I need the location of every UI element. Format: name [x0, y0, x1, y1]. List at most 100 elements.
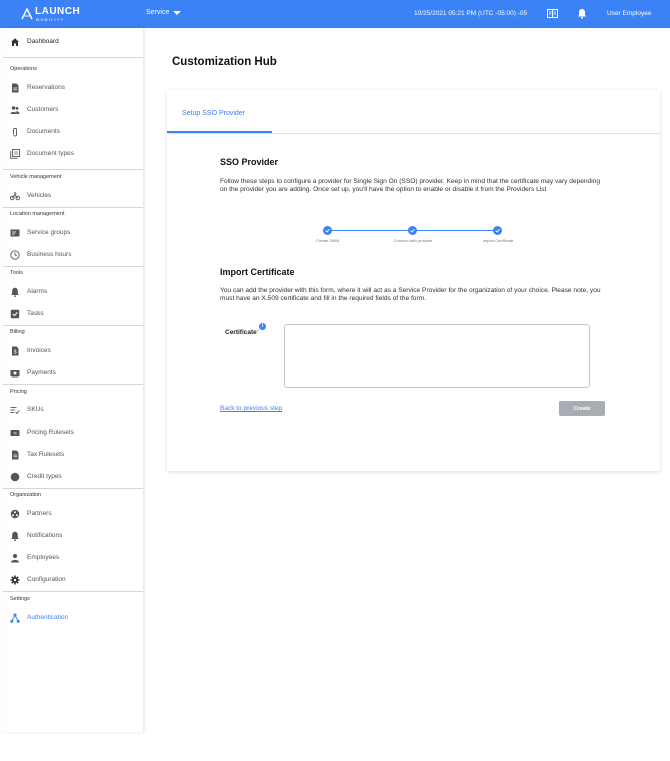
sidebar-item-label: Documents: [27, 128, 60, 135]
clock-icon: [10, 250, 20, 260]
sidebar-item-customers[interactable]: Customers: [3, 100, 143, 120]
bell-icon: [11, 287, 19, 297]
sidebar-item-label: Authentication: [27, 614, 69, 621]
step-connector: [417, 230, 497, 231]
sidebar: Dashboard Operations Reservations Custom…: [3, 28, 143, 732]
book-icon[interactable]: [547, 9, 558, 18]
network-icon: [10, 613, 20, 623]
sidebar-item-service-groups[interactable]: Service groups: [3, 223, 143, 243]
sidebar-item-dashboard[interactable]: Dashboard: [3, 32, 143, 52]
sidebar-divider: [3, 57, 143, 58]
sidebar-item-label: Reservations: [27, 84, 65, 91]
section-billing: Billing: [10, 329, 25, 335]
caret-down-icon: [173, 10, 182, 15]
sidebar-divider: [3, 384, 143, 385]
sidebar-item-label: Vehicles: [27, 192, 52, 199]
step-label: Create SAML: [315, 238, 341, 243]
launch-logo-icon: [21, 8, 33, 20]
sidebar-item-label: Dashboard: [27, 38, 59, 45]
sidebar-item-skus[interactable]: SKUs: [3, 400, 143, 420]
home-icon: [11, 38, 19, 46]
sidebar-item-label: Alarms: [27, 288, 48, 295]
sidebar-item-document-types[interactable]: Document types: [3, 144, 143, 164]
step-1-complete: [323, 226, 332, 235]
step-label: Import Certificate: [482, 238, 514, 243]
people-icon: [10, 106, 20, 114]
import-certificate-description: You can add the provider with this form,…: [220, 287, 601, 302]
section-location-management: Location management: [10, 211, 65, 217]
svg-text:%: %: [13, 431, 17, 436]
section-settings: Settings: [10, 596, 30, 602]
checkbox-icon: [10, 309, 20, 319]
sidebar-item-credit-types[interactable]: Credit types: [3, 467, 143, 487]
sidebar-item-reservations[interactable]: Reservations: [3, 78, 143, 98]
certificate-label: Certificate: [225, 329, 257, 336]
sidebar-item-authentication[interactable]: Authentication: [3, 608, 143, 628]
check-icon: [325, 228, 330, 233]
sidebar-divider: [3, 266, 143, 267]
sidebar-divider: [3, 591, 143, 592]
tab-setup-sso-provider[interactable]: Setup SSO Provider: [167, 100, 272, 134]
info-icon[interactable]: i: [259, 323, 266, 330]
section-pricing: Pricing: [10, 389, 27, 395]
sidebar-item-label: Tasks: [27, 310, 44, 317]
logo-text: LAUNCH: [35, 6, 81, 17]
sidebar-item-employees[interactable]: Employees: [3, 548, 143, 568]
sidebar-item-documents[interactable]: Documents: [3, 122, 143, 142]
sidebar-item-pricing-rulesets[interactable]: % Pricing Rulesets: [3, 423, 143, 443]
sidebar-item-payments[interactable]: Payments: [3, 363, 143, 383]
paperclip-icon: [13, 127, 17, 137]
logo-subtext: MOBILITY: [36, 17, 65, 22]
app-logo[interactable]: LAUNCH MOBILITY: [21, 5, 83, 23]
sso-heading: SSO Provider: [220, 157, 279, 167]
partners-icon: [10, 509, 20, 519]
bell-icon[interactable]: [577, 8, 587, 19]
payment-icon: [10, 370, 20, 378]
person-icon: [11, 554, 19, 563]
top-bar: LAUNCH MOBILITY Service 10/25/2021 05:21…: [0, 0, 670, 28]
sidebar-item-label: Employees: [27, 554, 60, 561]
bell-icon: [11, 531, 19, 541]
section-operations: Operations: [10, 66, 37, 72]
sidebar-divider: [3, 207, 143, 208]
sidebar-item-label: Service groups: [27, 229, 71, 236]
datetime-display: 10/25/2021 05:21 PM (UTC -05:00) -05: [414, 10, 528, 17]
gear-icon: [10, 575, 20, 585]
user-menu[interactable]: User Employee: [607, 10, 651, 17]
sidebar-item-tax-rulesets[interactable]: Tax Rulesets: [3, 445, 143, 465]
sidebar-item-label: Partners: [27, 510, 52, 517]
sidebar-divider: [3, 325, 143, 326]
stack-icon: [10, 149, 20, 159]
sidebar-item-label: Pricing Rulesets: [27, 429, 74, 436]
sidebar-item-alarms[interactable]: Alarms: [3, 282, 143, 302]
sidebar-item-business-hours[interactable]: Business hours: [3, 245, 143, 265]
sidebar-item-label: Invoices: [27, 347, 51, 354]
service-dropdown[interactable]: Service: [146, 9, 182, 16]
check-icon: [410, 228, 415, 233]
bike-icon: [10, 192, 20, 201]
sidebar-item-tasks[interactable]: Tasks: [3, 304, 143, 324]
import-certificate-heading: Import Certificate: [220, 267, 295, 277]
sidebar-item-configuration[interactable]: Configuration: [3, 570, 143, 590]
sso-card: Setup SSO Provider SSO Provider Follow t…: [167, 90, 660, 471]
sidebar-divider: [3, 169, 143, 170]
sku-icon: [10, 407, 20, 415]
tab-label: Setup SSO Provider: [182, 110, 246, 117]
sidebar-item-label: Configuration: [27, 576, 66, 583]
stepper: Create SAML Connect with provider Import…: [307, 224, 517, 244]
sidebar-item-label: Business hours: [27, 251, 72, 258]
sidebar-item-label: SKUs: [27, 406, 44, 413]
create-button[interactable]: Create: [559, 401, 605, 416]
sidebar-item-vehicles[interactable]: Vehicles: [3, 186, 143, 206]
sidebar-divider: [3, 488, 143, 489]
sidebar-item-partners[interactable]: Partners: [3, 504, 143, 524]
sidebar-item-label: Tax Rulesets: [27, 451, 65, 458]
back-to-previous-step-link[interactable]: Back to previous step: [220, 405, 282, 412]
group-icon: [10, 229, 20, 237]
info-glyph: i: [261, 323, 264, 329]
sidebar-item-invoices[interactable]: $ Invoices: [3, 341, 143, 361]
sidebar-item-notifications[interactable]: Notifications: [3, 526, 143, 546]
certificate-input[interactable]: [284, 324, 590, 388]
step-label: Connect with provider: [393, 238, 433, 243]
document-icon: [12, 83, 19, 93]
